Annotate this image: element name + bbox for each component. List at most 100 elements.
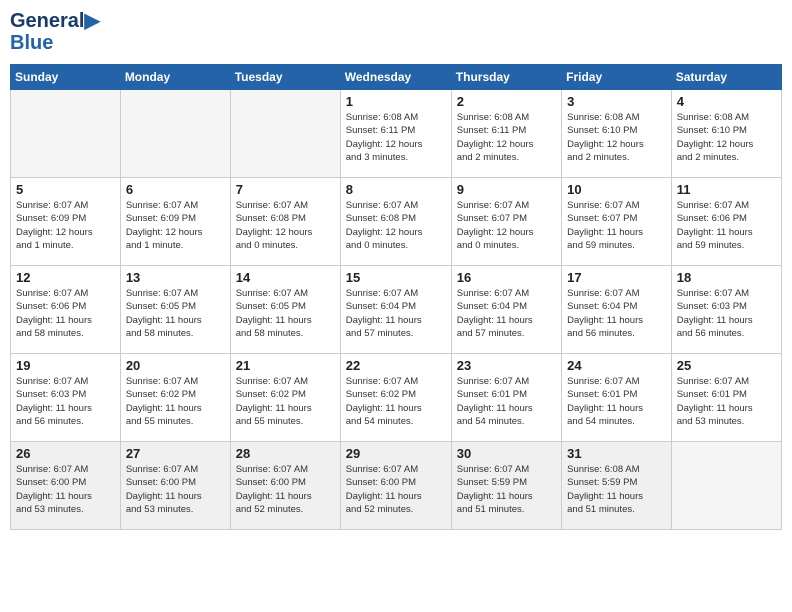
- day-number: 7: [236, 182, 335, 197]
- day-info: Sunrise: 6:08 AMSunset: 6:11 PMDaylight:…: [346, 111, 446, 164]
- calendar-header-row: SundayMondayTuesdayWednesdayThursdayFrid…: [11, 65, 782, 90]
- calendar-day-cell: 14 Sunrise: 6:07 AMSunset: 6:05 PMDayligh…: [230, 266, 340, 354]
- calendar-week-row: 5 Sunrise: 6:07 AMSunset: 6:09 PMDaylight…: [11, 178, 782, 266]
- calendar-day-cell: 4 Sunrise: 6:08 AMSunset: 6:10 PMDaylight…: [671, 90, 781, 178]
- logo: General▶ Blue: [10, 10, 100, 54]
- day-info: Sunrise: 6:07 AMSunset: 6:02 PMDaylight:…: [346, 375, 446, 428]
- calendar-day-cell: 1 Sunrise: 6:08 AMSunset: 6:11 PMDaylight…: [340, 90, 451, 178]
- calendar-day-cell: 7 Sunrise: 6:07 AMSunset: 6:08 PMDaylight…: [230, 178, 340, 266]
- calendar-day-cell: 15Sunrise: 6:07 AMSunset: 6:04 PMDayligh…: [340, 266, 451, 354]
- calendar-header-wednesday: Wednesday: [340, 65, 451, 90]
- calendar-table: SundayMondayTuesdayWednesdayThursdayFrid…: [10, 64, 782, 530]
- calendar-week-row: 12 Sunrise: 6:07 AMSunset: 6:06 PMDayligh…: [11, 266, 782, 354]
- calendar-header-thursday: Thursday: [451, 65, 561, 90]
- calendar-header-friday: Friday: [562, 65, 672, 90]
- day-number: 21: [236, 358, 335, 373]
- day-number: 17: [567, 270, 666, 285]
- calendar-day-cell: 27Sunrise: 6:07 AMSunset: 6:00 PMDayligh…: [120, 442, 230, 530]
- calendar-empty-cell: [230, 90, 340, 178]
- day-number: 12: [16, 270, 115, 285]
- day-number: 31: [567, 446, 666, 461]
- day-info: Sunrise: 6:07 AMSunset: 6:05 PMDaylight:…: [236, 287, 335, 340]
- day-number: 16: [457, 270, 556, 285]
- calendar-day-cell: 12 Sunrise: 6:07 AMSunset: 6:06 PMDayligh…: [11, 266, 121, 354]
- day-info: Sunrise: 6:07 AMSunset: 6:01 PMDaylight:…: [567, 375, 666, 428]
- calendar-day-cell: 9Sunrise: 6:07 AMSunset: 6:07 PMDaylight…: [451, 178, 561, 266]
- day-number: 26: [16, 446, 115, 461]
- day-info: Sunrise: 6:07 AMSunset: 6:09 PMDaylight:…: [16, 199, 115, 252]
- calendar-header-sunday: Sunday: [11, 65, 121, 90]
- day-info: Sunrise: 6:07 AMSunset: 6:00 PMDaylight:…: [346, 463, 446, 516]
- calendar-day-cell: 2Sunrise: 6:08 AMSunset: 6:11 PMDaylight…: [451, 90, 561, 178]
- day-number: 22: [346, 358, 446, 373]
- calendar-day-cell: 24 Sunrise: 6:07 AMSunset: 6:01 PMDayligh…: [562, 354, 672, 442]
- day-number: 18: [677, 270, 776, 285]
- calendar-day-cell: 19 Sunrise: 6:07 AMSunset: 6:03 PMDayligh…: [11, 354, 121, 442]
- day-number: 13: [126, 270, 225, 285]
- calendar-day-cell: 21Sunrise: 6:07 AMSunset: 6:02 PMDayligh…: [230, 354, 340, 442]
- day-info: Sunrise: 6:07 AMSunset: 6:03 PMDaylight:…: [16, 375, 115, 428]
- calendar-header-tuesday: Tuesday: [230, 65, 340, 90]
- day-number: 14: [236, 270, 335, 285]
- day-number: 3: [567, 94, 666, 109]
- day-number: 1: [346, 94, 446, 109]
- day-number: 30: [457, 446, 556, 461]
- day-number: 27: [126, 446, 225, 461]
- day-number: 8: [346, 182, 446, 197]
- day-number: 28: [236, 446, 335, 461]
- calendar-day-cell: 8 Sunrise: 6:07 AMSunset: 6:08 PMDaylight…: [340, 178, 451, 266]
- day-info: Sunrise: 6:08 AMSunset: 6:10 PMDaylight:…: [567, 111, 666, 164]
- day-number: 23: [457, 358, 556, 373]
- day-info: Sunrise: 6:07 AMSunset: 6:03 PMDaylight:…: [677, 287, 776, 340]
- day-number: 6: [126, 182, 225, 197]
- day-info: Sunrise: 6:08 AMSunset: 6:11 PMDaylight:…: [457, 111, 556, 164]
- calendar-day-cell: 13 Sunrise: 6:07 AMSunset: 6:05 PMDayligh…: [120, 266, 230, 354]
- calendar-day-cell: 17 Sunrise: 6:07 AMSunset: 6:04 PMDayligh…: [562, 266, 672, 354]
- calendar-day-cell: 22 Sunrise: 6:07 AMSunset: 6:02 PMDayligh…: [340, 354, 451, 442]
- day-info: Sunrise: 6:07 AMSunset: 6:05 PMDaylight:…: [126, 287, 225, 340]
- calendar-day-cell: 5 Sunrise: 6:07 AMSunset: 6:09 PMDaylight…: [11, 178, 121, 266]
- day-number: 20: [126, 358, 225, 373]
- calendar-week-row: 1 Sunrise: 6:08 AMSunset: 6:11 PMDaylight…: [11, 90, 782, 178]
- day-info: Sunrise: 6:08 AMSunset: 6:10 PMDaylight:…: [677, 111, 776, 164]
- day-number: 9: [457, 182, 556, 197]
- day-info: Sunrise: 6:07 AMSunset: 6:06 PMDaylight:…: [16, 287, 115, 340]
- calendar-day-cell: 10 Sunrise: 6:07 AMSunset: 6:07 PMDayligh…: [562, 178, 672, 266]
- day-info: Sunrise: 6:07 AMSunset: 6:00 PMDaylight:…: [16, 463, 115, 516]
- page: General▶ Blue SundayMondayTuesdayWednesd…: [0, 0, 792, 612]
- day-number: 24: [567, 358, 666, 373]
- day-info: Sunrise: 6:08 AMSunset: 5:59 PMDaylight:…: [567, 463, 666, 516]
- day-info: Sunrise: 6:07 AMSunset: 6:07 PMDaylight:…: [567, 199, 666, 252]
- day-number: 10: [567, 182, 666, 197]
- calendar-day-cell: 16Sunrise: 6:07 AMSunset: 6:04 PMDayligh…: [451, 266, 561, 354]
- day-number: 29: [346, 446, 446, 461]
- calendar-week-row: 26 Sunrise: 6:07 AMSunset: 6:00 PMDayligh…: [11, 442, 782, 530]
- calendar-day-cell: 30 Sunrise: 6:07 AMSunset: 5:59 PMDayligh…: [451, 442, 561, 530]
- day-info: Sunrise: 6:07 AMSunset: 6:09 PMDaylight:…: [126, 199, 225, 252]
- day-info: Sunrise: 6:07 AMSunset: 6:02 PMDaylight:…: [126, 375, 225, 428]
- day-info: Sunrise: 6:07 AMSunset: 6:06 PMDaylight:…: [677, 199, 776, 252]
- calendar-empty-cell: [120, 90, 230, 178]
- calendar-empty-cell: [11, 90, 121, 178]
- day-number: 15: [346, 270, 446, 285]
- calendar-header-monday: Monday: [120, 65, 230, 90]
- calendar-week-row: 19 Sunrise: 6:07 AMSunset: 6:03 PMDayligh…: [11, 354, 782, 442]
- calendar-day-cell: 29 Sunrise: 6:07 AMSunset: 6:00 PMDayligh…: [340, 442, 451, 530]
- header: General▶ Blue: [10, 10, 782, 54]
- day-number: 25: [677, 358, 776, 373]
- calendar-day-cell: 26 Sunrise: 6:07 AMSunset: 6:00 PMDayligh…: [11, 442, 121, 530]
- calendar-day-cell: 11Sunrise: 6:07 AMSunset: 6:06 PMDayligh…: [671, 178, 781, 266]
- day-info: Sunrise: 6:07 AMSunset: 6:08 PMDaylight:…: [346, 199, 446, 252]
- calendar-day-cell: 20 Sunrise: 6:07 AMSunset: 6:02 PMDayligh…: [120, 354, 230, 442]
- calendar-day-cell: 6 Sunrise: 6:07 AMSunset: 6:09 PMDaylight…: [120, 178, 230, 266]
- day-number: 19: [16, 358, 115, 373]
- day-number: 4: [677, 94, 776, 109]
- calendar-day-cell: 28Sunrise: 6:07 AMSunset: 6:00 PMDayligh…: [230, 442, 340, 530]
- day-info: Sunrise: 6:07 AMSunset: 6:08 PMDaylight:…: [236, 199, 335, 252]
- day-info: Sunrise: 6:07 AMSunset: 6:04 PMDaylight:…: [567, 287, 666, 340]
- calendar-day-cell: 18 Sunrise: 6:07 AMSunset: 6:03 PMDayligh…: [671, 266, 781, 354]
- day-number: 5: [16, 182, 115, 197]
- calendar-day-cell: 25Sunrise: 6:07 AMSunset: 6:01 PMDayligh…: [671, 354, 781, 442]
- calendar-header-saturday: Saturday: [671, 65, 781, 90]
- day-info: Sunrise: 6:07 AMSunset: 5:59 PMDaylight:…: [457, 463, 556, 516]
